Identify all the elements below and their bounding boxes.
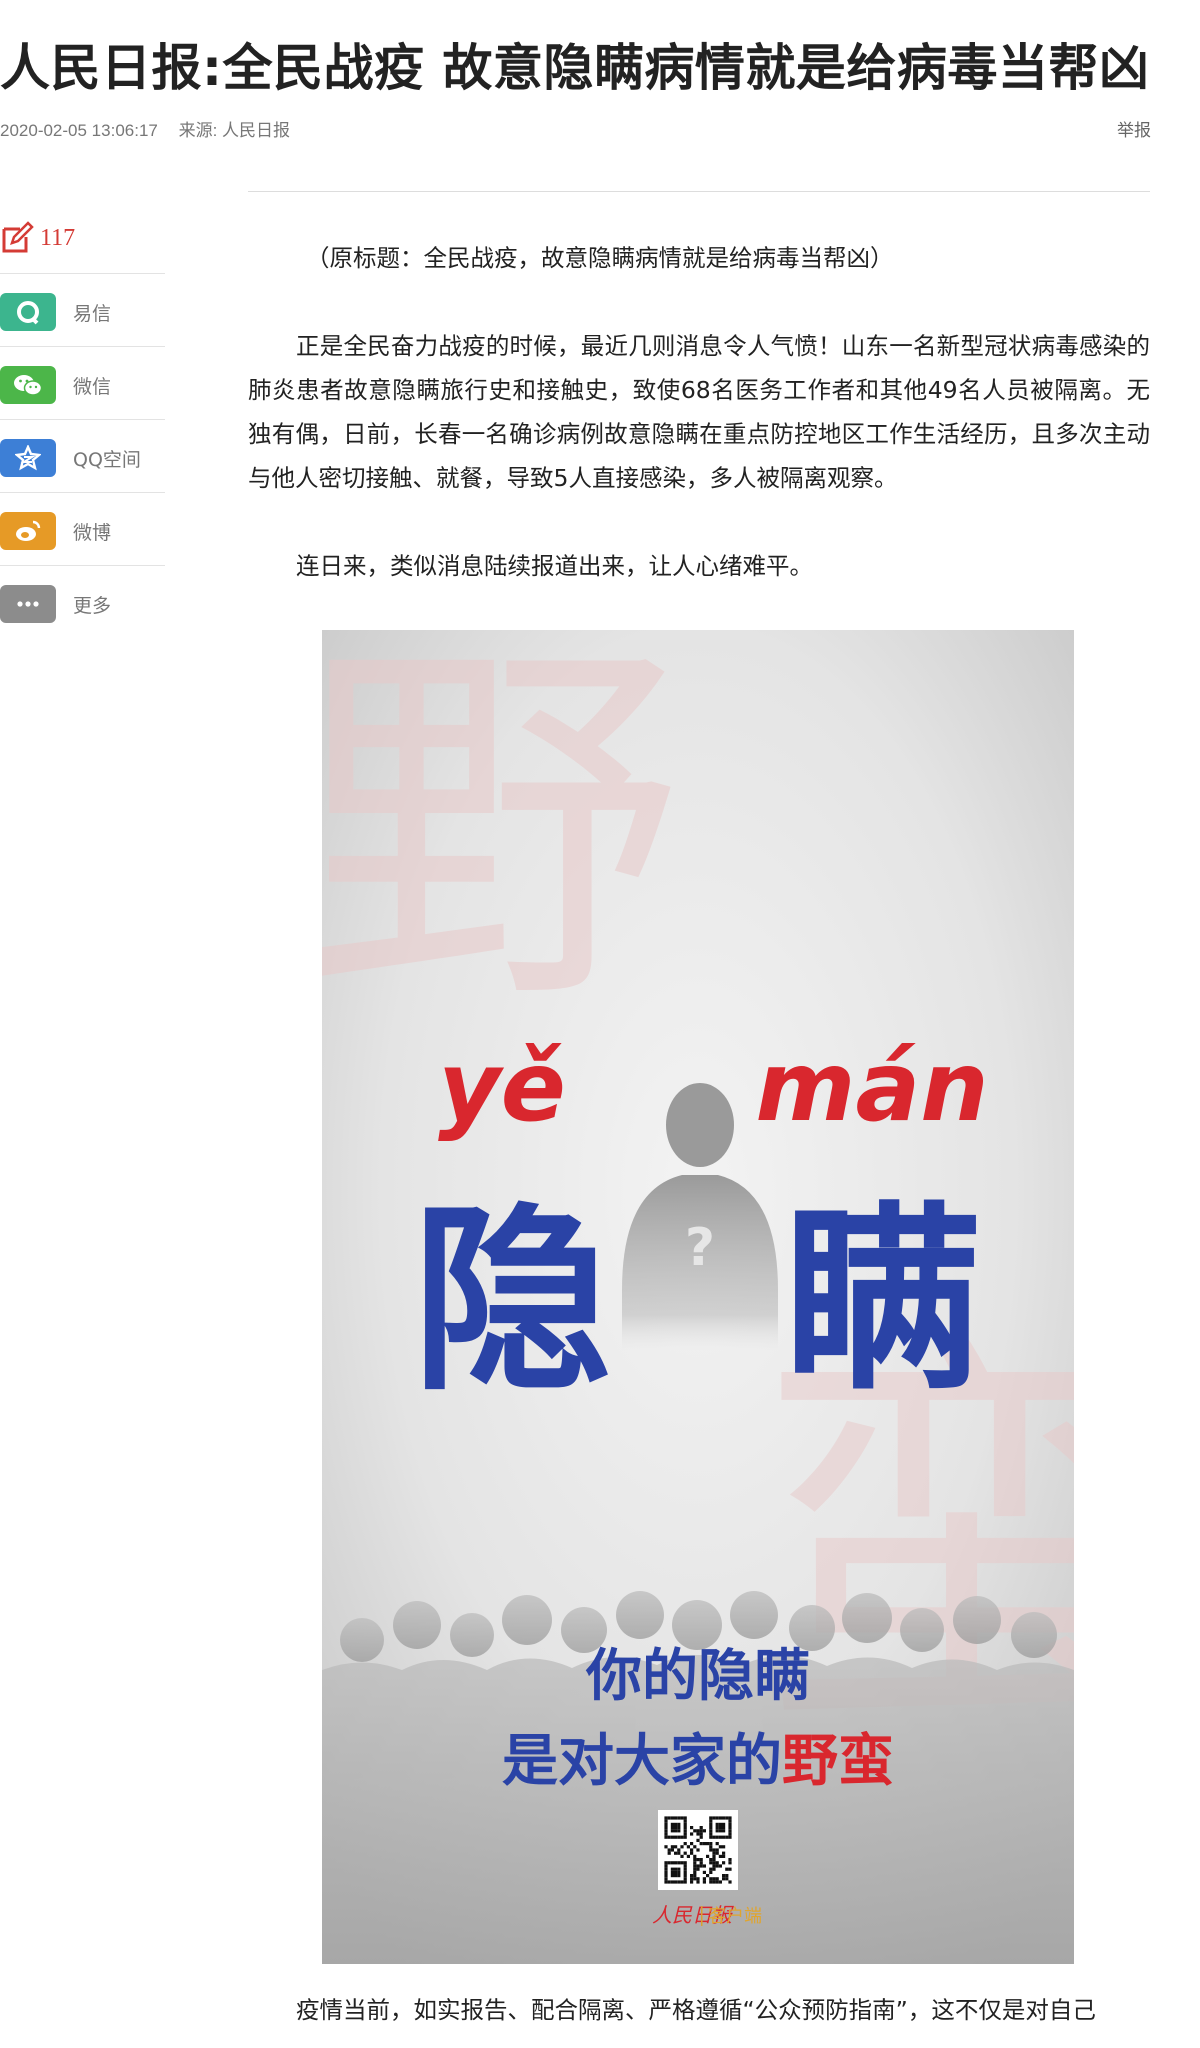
article-title: 人民日报:全民战疫 故意隐瞒病情就是给病毒当帮凶 [0,39,1150,97]
article-meta: 2020-02-05 13:06:17 来源: 人民日报 [0,116,290,141]
question-mark-icon: ? [685,1218,715,1278]
edit-comment-icon [2,221,34,253]
article-source: 来源: 人民日报 [178,121,291,140]
article-paragraph: 连日来，类似消息陆续报道出来，让人心绪难平。 [296,552,813,580]
article-paragraph: 正是全民奋力战疫的时候，最近几则消息令人气愤！山东一名新型冠状病毒感染的肺炎患者… [248,332,1150,492]
slogan-line-2: 是对大家的野蛮 [502,1728,894,1794]
share-more-button[interactable]: 更多 [0,584,165,624]
share-weibo-button[interactable]: 微博 [0,511,165,551]
big-char-yin: 隐 [412,1185,612,1418]
wechat-icon [0,366,56,404]
sidebar-divider [0,565,165,566]
sidebar-divider [0,273,165,274]
poster-image: 野 蛮 ? yě mán 隐 瞒 你的隐瞒 是对大家的野蛮 人民日报 客户端 [322,630,1074,1964]
qr-code [658,1810,738,1890]
sidebar-divider [0,346,165,347]
brand-divider [701,1906,703,1926]
share-label: QQ空间 [73,448,141,471]
comments-button[interactable]: 117 [0,218,75,258]
slogan-line-1: 你的隐瞒 [585,1643,810,1709]
report-link[interactable]: 举报 [1117,116,1151,141]
original-title-note: （原标题：全民战疫，故意隐瞒病情就是给病毒当帮凶） [306,244,894,272]
share-qzone-button[interactable]: QQ空间 [0,438,165,478]
sidebar-divider [0,492,165,493]
article-paragraph: 疫情当前，如实报告、配合隔离、严格遵循“公众预防指南”，这不仅是对自己 [296,1996,1096,2024]
divider [248,191,1150,192]
watermark-ye: 野 [322,630,682,1050]
share-label: 微博 [73,521,112,544]
share-label: 易信 [73,302,112,325]
share-label: 更多 [73,594,112,617]
yixin-icon [0,293,56,331]
brand-client-label: 客户端 [708,1906,762,1927]
pinyin-man: mán [755,1031,988,1143]
slogan-red: 野蛮 [782,1728,894,1794]
comment-count: 117 [40,224,76,251]
share-yixin-button[interactable]: 易信 [0,292,165,332]
share-wechat-button[interactable]: 微信 [0,365,165,405]
publish-datetime: 2020-02-05 13:06:17 [0,121,158,140]
qzone-icon [0,439,56,477]
sidebar-divider [0,419,165,420]
slogan-prefix: 是对大家的 [502,1728,782,1794]
big-char-man: 瞒 [782,1185,982,1418]
share-label: 微信 [73,375,112,398]
pinyin-ye: yě [438,1031,566,1143]
more-icon [0,585,56,623]
weibo-icon [0,512,56,550]
